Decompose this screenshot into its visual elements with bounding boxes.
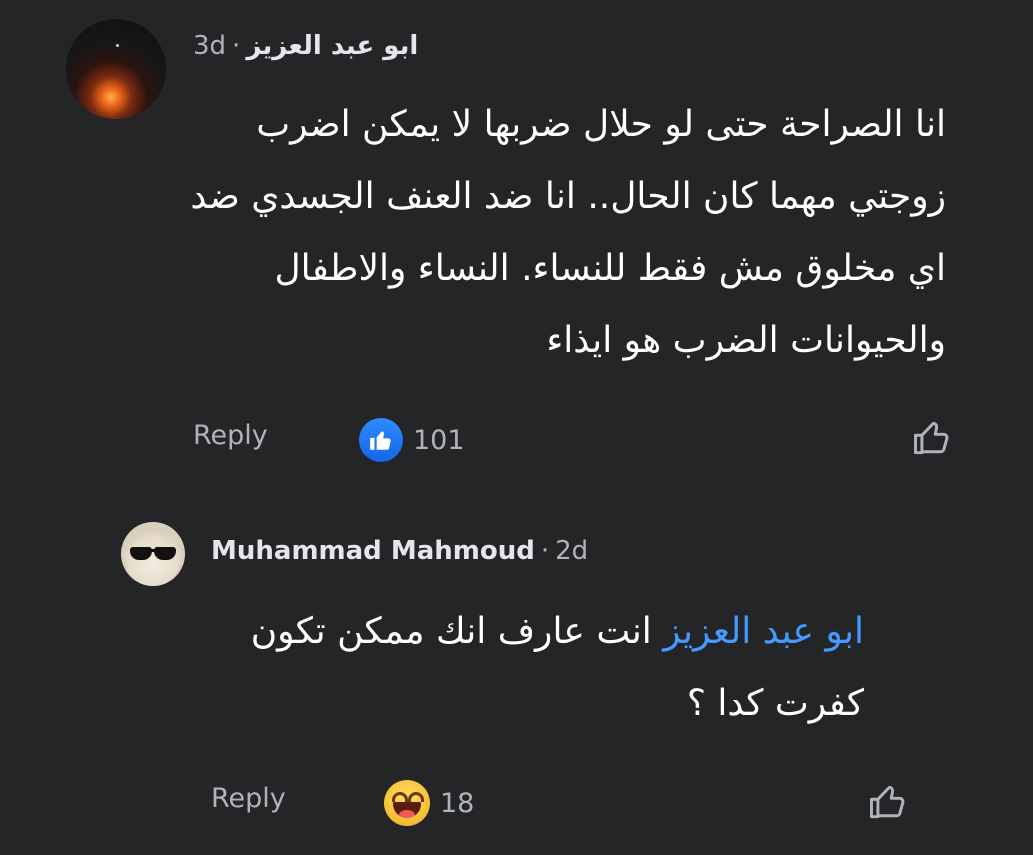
avatar[interactable]: [121, 522, 185, 586]
comment-header: Muhammad Mahmoud · 2d: [211, 531, 588, 571]
comment-author[interactable]: ابو عبد العزيز: [246, 31, 418, 61]
comment-text: ابو عبد العزيز انت عارف انك ممكن تكون كف…: [190, 596, 864, 740]
separator-dot: ·: [540, 536, 550, 566]
reaction-count: 101: [413, 424, 465, 456]
haha-reaction-icon: [384, 780, 430, 826]
like-reaction-icon: [359, 418, 403, 462]
reaction-summary[interactable]: 18: [384, 780, 474, 826]
comment-text: انا الصراحة حتى لو حلال ضربها لا يمكن اض…: [190, 104, 946, 361]
comment-header: 3d · ابو عبد العزيز: [193, 26, 418, 66]
avatar[interactable]: [66, 19, 166, 119]
comment-time: 3d: [193, 31, 227, 61]
thumbs-up-outline-icon[interactable]: [910, 416, 954, 460]
thumbs-up-outline-icon[interactable]: [866, 780, 910, 824]
reaction-count: 18: [440, 787, 475, 819]
comment-author[interactable]: Muhammad Mahmoud: [211, 536, 535, 566]
comment-time: 2d: [555, 536, 589, 566]
reply-button[interactable]: Reply: [193, 420, 268, 451]
reply-button[interactable]: Reply: [211, 783, 286, 814]
mention-link[interactable]: ابو عبد العزيز: [663, 611, 864, 652]
reaction-summary[interactable]: 101: [359, 418, 465, 462]
separator-dot: ·: [232, 31, 241, 61]
